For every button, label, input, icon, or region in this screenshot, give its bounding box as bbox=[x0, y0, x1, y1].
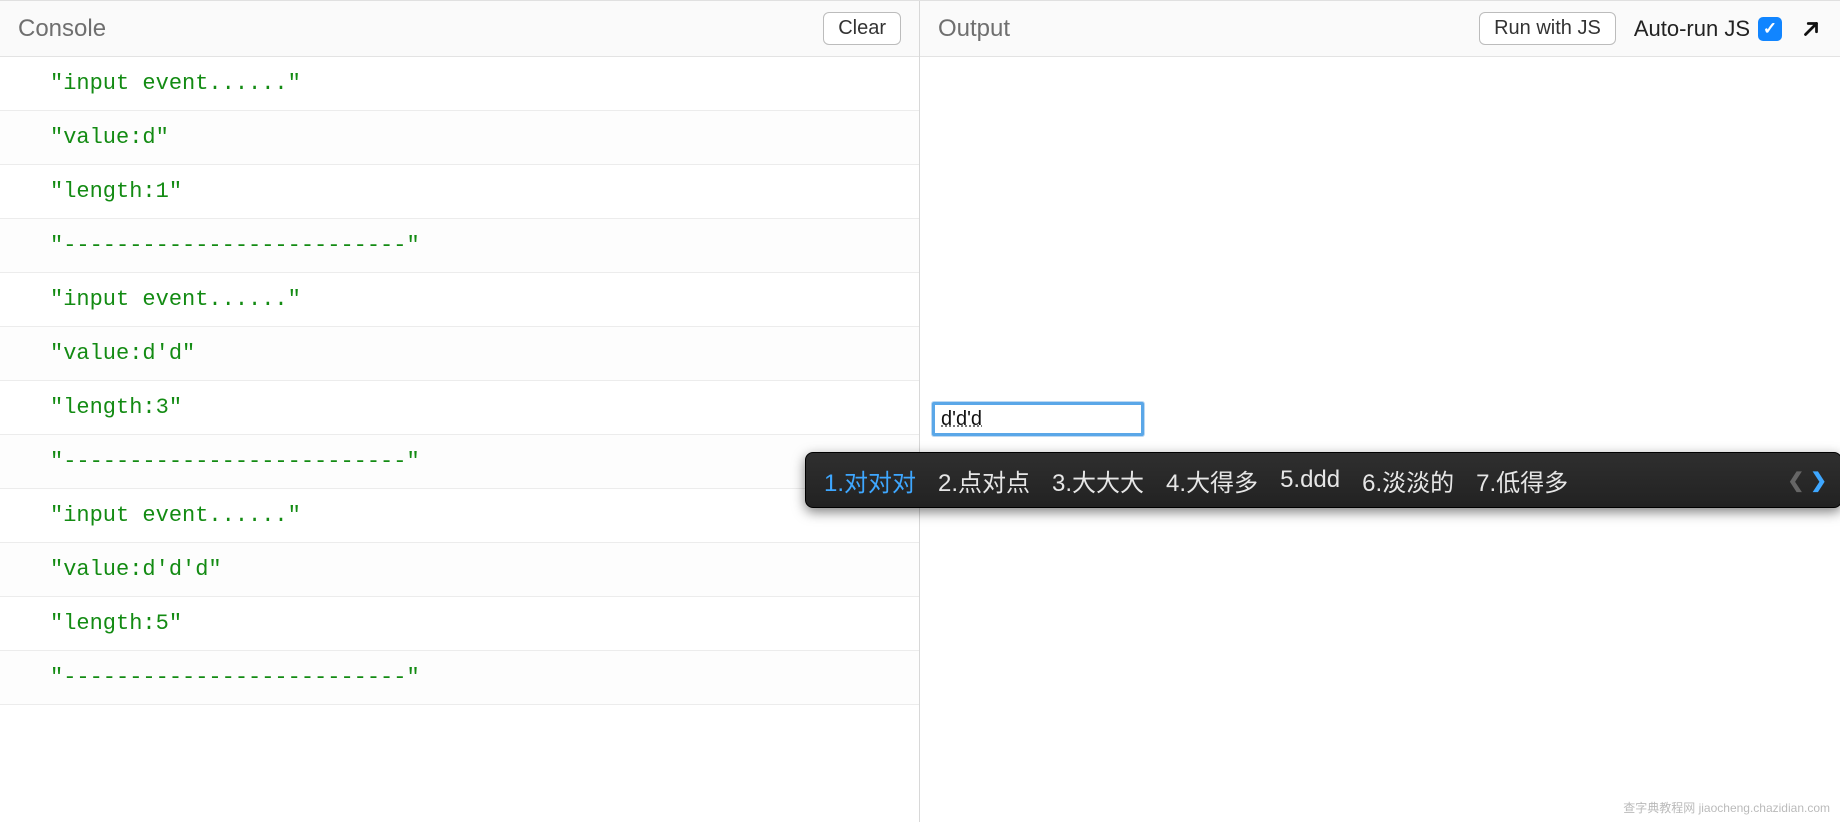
ime-candidate[interactable]: 3.大大大 bbox=[1052, 463, 1144, 498]
ime-candidate[interactable]: 7.低得多 bbox=[1476, 463, 1568, 498]
clear-button[interactable]: Clear bbox=[823, 12, 901, 45]
console-log-line: "input event......" bbox=[0, 273, 919, 327]
ime-candidate[interactable]: 6.淡淡的 bbox=[1362, 463, 1454, 498]
autorun-label: Auto-run JS bbox=[1634, 16, 1750, 42]
ime-candidate[interactable]: 2.点对点 bbox=[938, 463, 1030, 498]
autorun-toggle[interactable]: Auto-run JS ✓ bbox=[1634, 16, 1782, 42]
app-root: Console Clear "input event......""value:… bbox=[0, 0, 1840, 822]
ime-candidate[interactable]: 5.ddd bbox=[1280, 466, 1340, 494]
console-log-line: "value:d'd" bbox=[0, 327, 919, 381]
output-body: 1.对对对2.点对点3.大大大4.大得多5.ddd6.淡淡的7.低得多 ❮ ❯ bbox=[920, 57, 1840, 822]
run-with-js-button[interactable]: Run with JS bbox=[1479, 12, 1616, 45]
console-pane: Console Clear "input event......""value:… bbox=[0, 1, 920, 822]
console-log-list[interactable]: "input event......""value:d""length:1""-… bbox=[0, 57, 919, 822]
console-log-line: "value:d" bbox=[0, 111, 919, 165]
console-log-line: "length:5" bbox=[0, 597, 919, 651]
output-header-controls: Run with JS Auto-run JS ✓ bbox=[1479, 12, 1822, 45]
console-log-line: "input event......" bbox=[0, 57, 919, 111]
ime-candidate[interactable]: 1.对对对 bbox=[824, 463, 916, 498]
ime-prev-icon[interactable]: ❮ bbox=[1787, 468, 1804, 493]
console-title: Console bbox=[18, 15, 106, 43]
ime-candidate-bar[interactable]: 1.对对对 2.点对点 3.大大大 4.大得多 5.ddd 6.淡淡的 7.低得多 ❮ ❯ bbox=[805, 452, 1840, 508]
output-title: Output bbox=[938, 15, 1010, 43]
console-log-line: "value:d'd'd" bbox=[0, 543, 919, 597]
autorun-checkbox[interactable]: ✓ bbox=[1758, 17, 1782, 41]
text-input-wrap bbox=[932, 402, 1144, 436]
output-header: Output Run with JS Auto-run JS ✓ bbox=[920, 1, 1840, 57]
console-header: Console Clear bbox=[0, 1, 919, 57]
console-log-line: "--------------------------" bbox=[0, 219, 919, 273]
ime-candidate[interactable]: 4.大得多 bbox=[1166, 463, 1258, 498]
popout-icon[interactable] bbox=[1800, 18, 1822, 40]
demo-text-input[interactable] bbox=[932, 402, 1144, 436]
console-log-line: "length:1" bbox=[0, 165, 919, 219]
ime-nav: ❮ ❯ bbox=[1787, 468, 1827, 493]
output-pane: Output Run with JS Auto-run JS ✓ 1.对对对2.… bbox=[920, 1, 1840, 822]
console-log-line: "length:3" bbox=[0, 381, 919, 435]
ime-next-icon[interactable]: ❯ bbox=[1810, 468, 1827, 493]
console-log-line: "--------------------------" bbox=[0, 651, 919, 705]
console-log-line: "--------------------------" bbox=[0, 435, 919, 489]
console-log-line: "input event......" bbox=[0, 489, 919, 543]
